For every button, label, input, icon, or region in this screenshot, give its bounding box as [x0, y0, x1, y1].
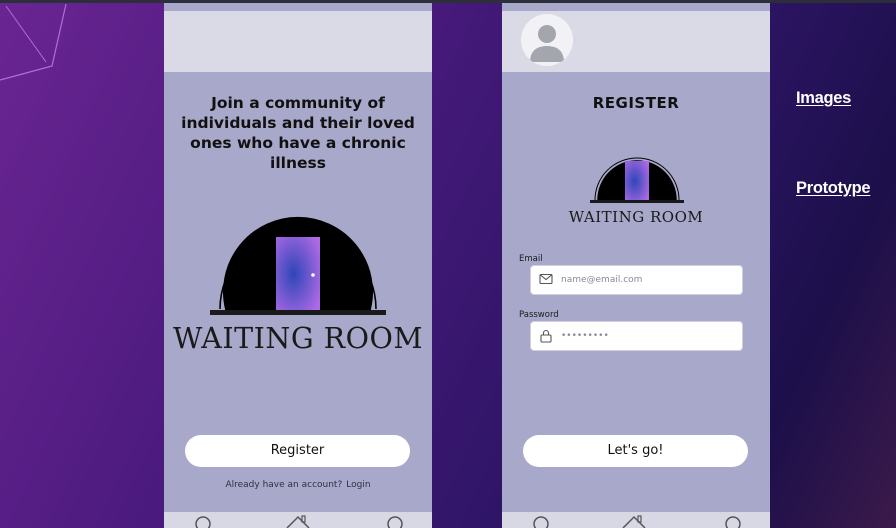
avatar[interactable] [521, 14, 573, 66]
password-label: Password [519, 310, 559, 320]
page-title: REGISTER [592, 94, 680, 112]
status-bar [164, 3, 432, 11]
bottom-navbar [164, 512, 432, 528]
lock-icon [540, 329, 552, 343]
home-icon[interactable] [620, 514, 648, 528]
waiting-room-logo [590, 157, 684, 203]
tagline: Join a community of individuals and thei… [181, 94, 415, 172]
brand-wordmark: WAITING ROOM [172, 322, 424, 355]
app-header [164, 11, 432, 72]
login-link[interactable]: Login [346, 480, 370, 490]
envelope-icon [539, 273, 553, 285]
waiting-room-logo [210, 216, 386, 315]
password-field[interactable]: ••••••••• [530, 321, 743, 351]
images-link[interactable]: Images [796, 89, 851, 108]
profile-icon[interactable] [384, 514, 406, 528]
submit-button[interactable]: Let's go! [523, 435, 748, 467]
email-placeholder: name@email.com [561, 275, 643, 285]
email-field[interactable]: name@email.com [530, 265, 743, 295]
login-prompt-text: Already have an account? [225, 480, 343, 490]
register-button[interactable]: Register [185, 435, 410, 467]
password-value: ••••••••• [561, 331, 609, 341]
register-screen: REGISTER WAITING ROOM Email name@email.c… [502, 3, 770, 528]
brand-wordmark: WAITING ROOM [568, 208, 704, 226]
home-icon[interactable] [284, 514, 312, 528]
status-bar [502, 3, 770, 11]
search-icon[interactable] [530, 514, 552, 528]
search-icon[interactable] [192, 514, 214, 528]
profile-icon[interactable] [722, 514, 744, 528]
decorative-lines [0, 3, 67, 81]
user-placeholder-icon [530, 25, 564, 62]
prototype-link[interactable]: Prototype [796, 179, 871, 198]
bottom-navbar [502, 512, 770, 528]
onboarding-screen: Join a community of individuals and thei… [164, 3, 432, 528]
email-label: Email [519, 254, 543, 264]
login-prompt: Already have an account? Login [164, 480, 432, 490]
